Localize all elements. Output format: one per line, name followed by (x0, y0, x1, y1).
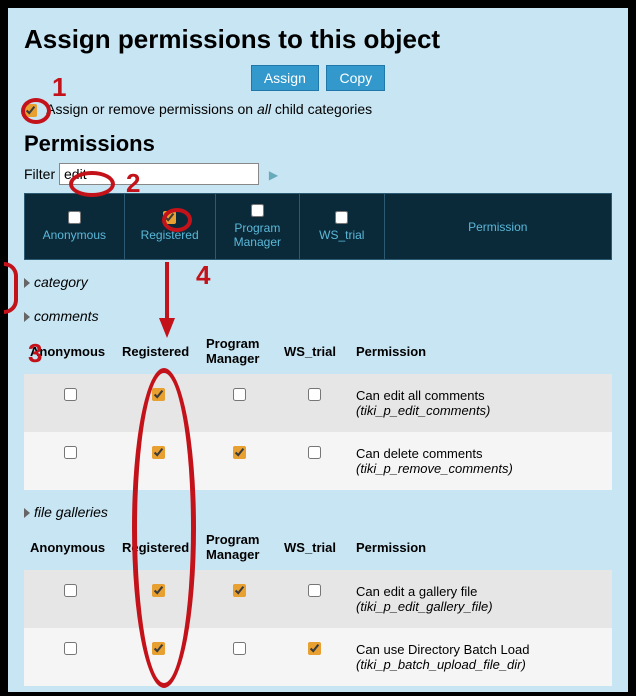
perm-checkbox[interactable] (308, 642, 321, 655)
col-anonymous-label: Anonymous (43, 228, 106, 242)
perm-checkbox[interactable] (152, 584, 165, 597)
col-header: Permission (350, 328, 612, 374)
perm-checkbox[interactable] (233, 388, 246, 401)
chevron-right-icon (24, 508, 30, 518)
col-header: Registered (116, 328, 200, 374)
filter-input[interactable] (59, 163, 259, 185)
permissions-panel: Assign permissions to this object Assign… (8, 8, 628, 694)
section-comments[interactable]: comments (24, 304, 612, 328)
col-header: Program Manager (200, 524, 278, 570)
perm-checkbox[interactable] (64, 446, 77, 459)
col-header: Anonymous (24, 328, 116, 374)
col-header: WS_trial (278, 328, 350, 374)
perm-checkbox[interactable] (64, 642, 77, 655)
section-file-galleries[interactable]: file galleries (24, 500, 612, 524)
col-wstrial-checkbox[interactable] (335, 211, 348, 224)
table-row: Can edit a gallery file(tiki_p_edit_gall… (24, 570, 612, 628)
child-categories-label[interactable]: Assign or remove permissions on all chil… (46, 101, 372, 117)
role-header-table: Anonymous Registered Program Manager WS_… (24, 193, 612, 260)
copy-button[interactable]: Copy (326, 65, 385, 91)
perm-name: (tiki_p_remove_comments) (356, 461, 513, 476)
perm-checkbox[interactable] (64, 388, 77, 401)
table-row: Can edit all comments(tiki_p_edit_commen… (24, 374, 612, 432)
table-row: Can delete comments(tiki_p_remove_commen… (24, 432, 612, 490)
perm-desc: Can delete comments (356, 446, 482, 461)
perm-checkbox[interactable] (308, 388, 321, 401)
col-program-manager-label: Program Manager (222, 221, 293, 249)
section-category[interactable]: category (24, 270, 612, 294)
perm-name: (tiki_p_batch_upload_file_dir) (356, 657, 526, 672)
col-header: Anonymous (24, 524, 116, 570)
col-header: Permission (350, 524, 612, 570)
perm-name: (tiki_p_edit_gallery_file) (356, 599, 493, 614)
col-program-manager-checkbox[interactable] (251, 204, 264, 217)
col-registered-checkbox[interactable] (163, 211, 176, 224)
col-permission-label: Permission (468, 220, 527, 234)
perm-checkbox[interactable] (308, 584, 321, 597)
col-anonymous-checkbox[interactable] (68, 211, 81, 224)
perm-checkbox[interactable] (152, 388, 165, 401)
col-header: Registered (116, 524, 200, 570)
perm-checkbox[interactable] (152, 446, 165, 459)
perm-desc: Can edit a gallery file (356, 584, 477, 599)
col-header: Program Manager (200, 328, 278, 374)
perm-name: (tiki_p_edit_comments) (356, 403, 490, 418)
chevron-right-icon (24, 278, 30, 288)
col-header: WS_trial (278, 524, 350, 570)
filter-label: Filter (24, 166, 55, 182)
file-galleries-table: Anonymous Registered Program Manager WS_… (24, 524, 612, 686)
permissions-heading: Permissions (24, 131, 612, 157)
assign-button[interactable]: Assign (251, 65, 319, 91)
col-wstrial-label: WS_trial (319, 228, 364, 242)
col-registered-label: Registered (141, 228, 199, 242)
comments-table: Anonymous Registered Program Manager WS_… (24, 328, 612, 490)
perm-checkbox[interactable] (152, 642, 165, 655)
page-title: Assign permissions to this object (24, 24, 612, 55)
table-row: Can use Directory Batch Load(tiki_p_batc… (24, 628, 612, 686)
perm-desc: Can use Directory Batch Load (356, 642, 529, 657)
perm-checkbox[interactable] (233, 584, 246, 597)
chevron-right-icon (24, 312, 30, 322)
child-categories-checkbox[interactable] (24, 104, 37, 117)
perm-checkbox[interactable] (308, 446, 321, 459)
perm-checkbox[interactable] (233, 446, 246, 459)
child-categories-option: Assign or remove permissions on all chil… (24, 101, 612, 117)
filter-go-icon[interactable]: ▶ (269, 168, 278, 182)
perm-checkbox[interactable] (233, 642, 246, 655)
perm-desc: Can edit all comments (356, 388, 485, 403)
perm-checkbox[interactable] (64, 584, 77, 597)
